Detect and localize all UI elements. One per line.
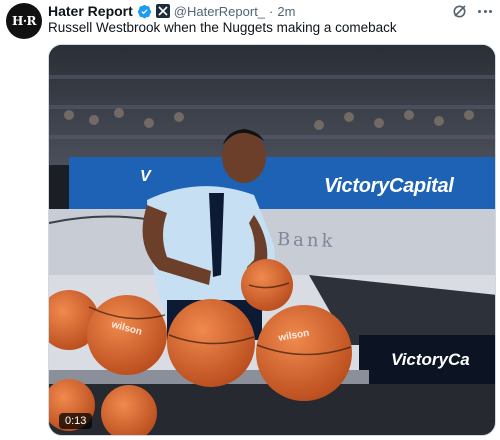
tweet-card[interactable]: H·R Hater Report @HaterReport_ · 2m Russ…: [0, 0, 500, 440]
author-name[interactable]: Hater Report: [48, 3, 133, 19]
video-timestamp: 0:13: [59, 413, 93, 429]
signage-left: V: [140, 168, 151, 185]
floor-signage: Bank: [276, 228, 336, 253]
grok-icon[interactable]: [452, 3, 468, 19]
tweet-media-video[interactable]: wilson wilson V VictoryCapital Bank Vict…: [48, 44, 496, 436]
signage-victorycapital: VictoryCapital: [324, 175, 454, 197]
author-handle[interactable]: @HaterReport_: [174, 4, 265, 19]
more-options-icon[interactable]: [476, 3, 494, 19]
separator-dot: ·: [269, 3, 274, 19]
tweet-time[interactable]: 2m: [277, 4, 295, 19]
avatar[interactable]: H·R: [6, 3, 42, 39]
video-frame: wilson wilson: [49, 45, 495, 435]
affiliate-badge-icon: [155, 4, 170, 18]
tweet-header: Hater Report @HaterReport_ · 2m: [48, 2, 295, 20]
signage-court-board: VictoryCa: [391, 350, 470, 369]
verified-badge-icon: [137, 4, 151, 18]
avatar-text: H·R: [12, 14, 37, 28]
tweet-text: Russell Westbrook when the Nuggets makin…: [48, 20, 397, 35]
